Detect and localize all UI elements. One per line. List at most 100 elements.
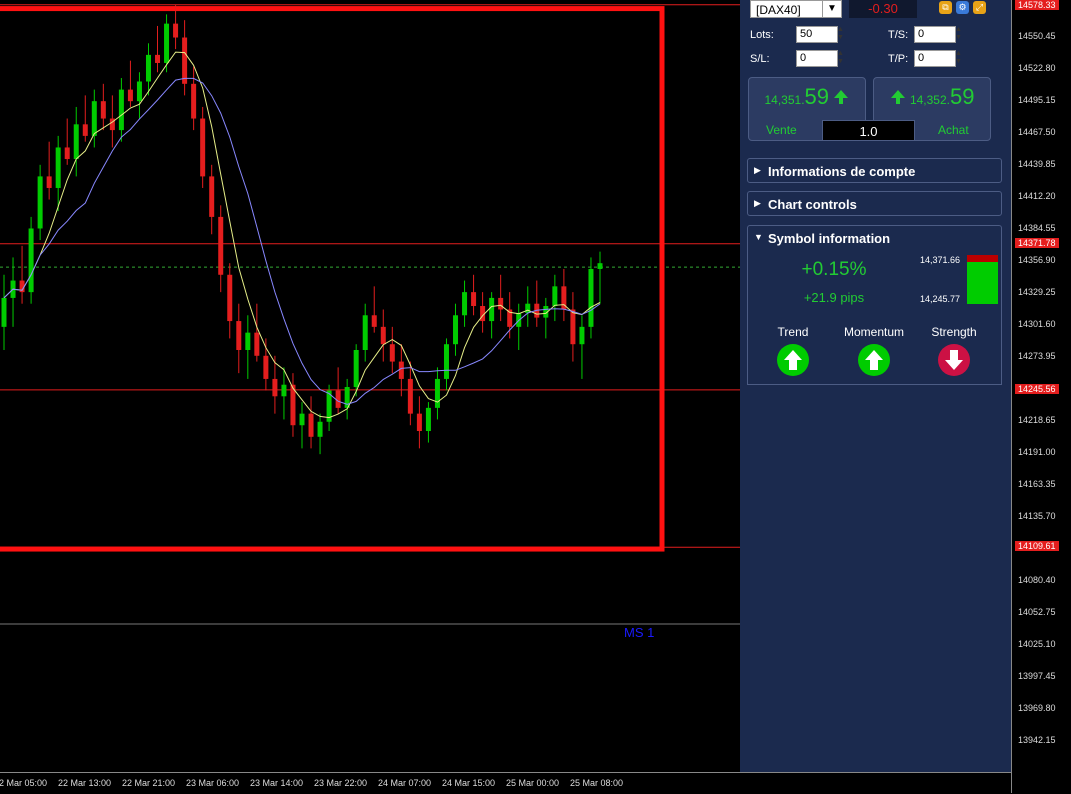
range-rectangle [0,6,665,552]
candle [155,54,161,63]
strength-down-icon [938,344,970,376]
section-account-info[interactable]: ▶ Informations de compte [747,158,1002,183]
candle [371,315,377,327]
tp-input[interactable]: 0 [914,50,956,67]
price-tick-label: 13997.45 [1018,671,1056,681]
price-tick-label: 14052.75 [1018,607,1056,617]
chevron-right-icon: ▶ [754,198,761,208]
indicator-window-label: MS 1 [624,625,655,640]
expand-icon[interactable]: ⤢ [973,1,986,14]
time-axis: 22 Mar 05:00 22 Mar 13:00 22 Mar 21:00 23 M… [0,772,1011,794]
session-low: 14,245.77 [920,294,961,304]
candle [317,421,323,437]
time-tick-label: 22 Mar 21:00 [122,778,176,788]
candle [471,292,477,307]
candle [136,81,142,102]
candle [353,349,359,388]
section-chart-controls[interactable]: ▶ Chart controls [747,191,1002,216]
price-tick-label: 13969.80 [1018,703,1056,713]
candle [218,216,224,275]
candle [552,286,558,307]
arrow-up-icon [834,90,849,104]
candle [100,101,106,119]
lots-stepper[interactable]: ▲ ▼ [836,26,845,43]
candle [73,124,79,160]
buy-price: 14,352.59 [874,84,990,110]
price-tick-label: 14550.45 [1018,31,1056,41]
section-symbol-info[interactable]: ▼ Symbol information [747,225,1002,250]
quantity-input[interactable]: 1.0 [822,120,915,141]
sl-stepper[interactable]: ▲ ▼ [836,50,845,67]
candle [299,413,305,426]
arrow-up-icon [890,90,905,104]
candle [579,326,585,345]
gear-icon[interactable]: ⚙ [956,1,969,14]
ts-input[interactable]: 0 [914,26,956,43]
price-tick-label: 14522.80 [1018,63,1056,73]
symbol-select[interactable]: [DAX40] ▼ [750,0,842,18]
price-level-tag: 14245.56 [1015,383,1059,394]
price-tick-label: 14412.20 [1018,191,1056,201]
time-tick-label: 23 Mar 22:00 [314,778,368,788]
candle [434,378,440,408]
symbol-value: [DAX40] [756,3,801,17]
session-high: 14,371.66 [920,255,961,265]
time-tick-label: 25 Mar 00:00 [506,778,560,788]
candle [570,309,576,345]
price-tick-label: 14273.95 [1018,351,1056,361]
sell-price: 14,351.59 [749,84,865,110]
price-tick-label: 14301.60 [1018,319,1056,329]
tp-stepper[interactable]: ▲ ▼ [954,50,963,67]
candle [498,297,504,310]
candle [118,89,124,131]
time-tick-label: 24 Mar 15:00 [442,778,496,788]
price-tick-label: 14191.00 [1018,447,1056,457]
price-tick-label: 14384.55 [1018,223,1056,233]
price-tick-label: 14439.85 [1018,159,1056,169]
candle [145,54,151,82]
candle [55,147,61,188]
chevron-down-icon[interactable]: ▼ [822,1,841,17]
section-title: Symbol information [768,231,891,246]
candle [443,344,449,379]
candle [263,355,269,379]
copy-icon[interactable]: ⧉ [939,1,952,14]
price-level-tag: 14109.61 [1015,541,1059,552]
candle [380,326,386,345]
price-tick-label: 14080.40 [1018,575,1056,585]
price-tick-label: 14025.10 [1018,639,1056,649]
price-level-tag: 14578.33 [1015,0,1059,10]
time-tick-label: 22 Mar 13:00 [58,778,112,788]
time-tick-label: 22 Mar 05:00 [0,778,48,788]
price-level-tag: 14371.78 [1015,237,1059,248]
candle [164,23,170,63]
candle [91,101,97,136]
time-tick-label: 23 Mar 06:00 [186,778,240,788]
candle [200,118,206,177]
candle [525,303,531,313]
price-tick-label: 14356.90 [1018,255,1056,265]
ts-label: T/S: [888,29,909,41]
candle [209,176,215,217]
price-tick-label: 14467.50 [1018,127,1056,137]
chevron-right-icon: ▶ [754,165,761,175]
candle [588,268,594,327]
symbol-change: -0.30 [849,0,917,18]
candle [597,263,603,269]
candle [389,344,395,362]
price-tick-label: 14329.25 [1018,287,1056,297]
candle [227,274,233,322]
lots-label: Lots: [750,29,774,41]
price-chart[interactable] [0,0,740,772]
ts-stepper[interactable]: ▲ ▼ [954,26,963,43]
trend-up-icon [777,344,809,376]
change-pips: +21.9 pips [803,290,865,305]
section-title: Chart controls [768,197,857,212]
sl-input[interactable]: 0 [796,50,838,67]
trading-panel: [DAX40] ▼ -0.30 ⧉ ⚙ ⤢ Lots: 50 ▲ ▼ T/S: 0… [740,0,1011,772]
lots-input[interactable]: 50 [796,26,838,43]
candle [191,83,197,119]
price-axis: 14550.45 14522.80 14495.15 14467.50 14439.85… [1011,0,1071,793]
candle [236,321,242,350]
candle [425,407,431,432]
